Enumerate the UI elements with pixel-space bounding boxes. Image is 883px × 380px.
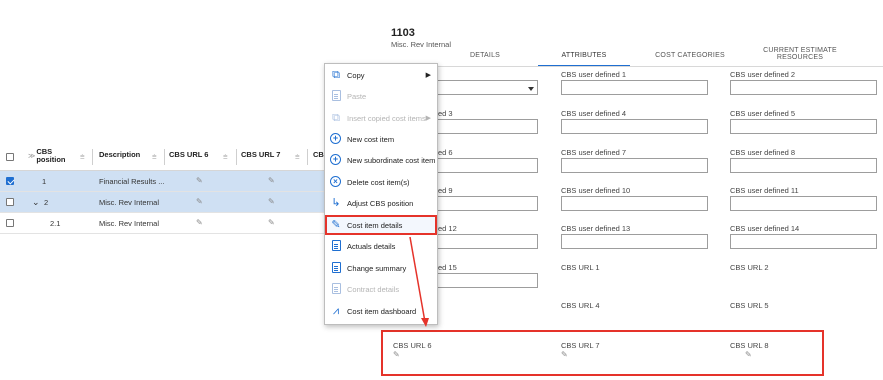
annotation-arrow bbox=[409, 236, 429, 327]
